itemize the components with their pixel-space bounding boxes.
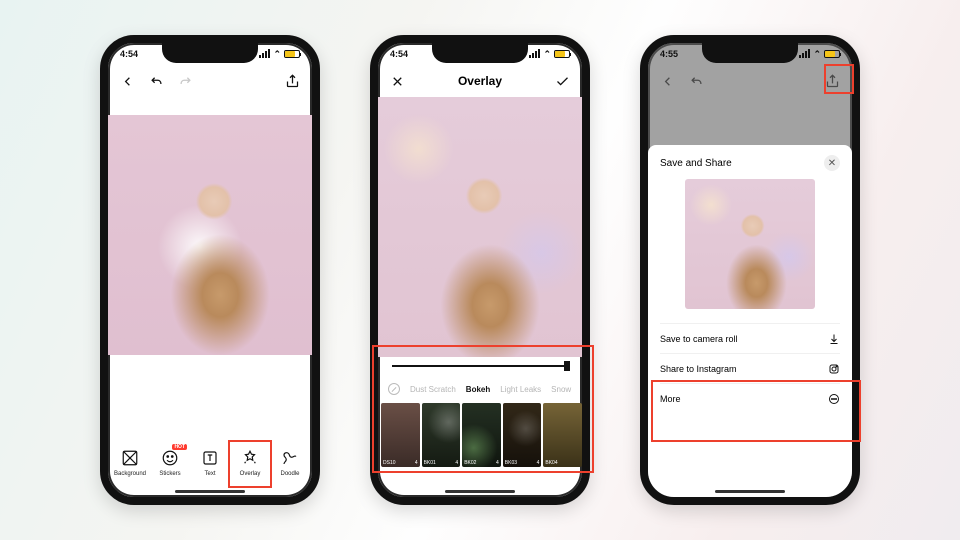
action-label: More [660,394,681,404]
home-indicator [445,490,515,493]
signal-icon [259,50,270,58]
canvas-image[interactable] [108,115,312,355]
intensity-slider[interactable] [392,365,568,367]
action-label: Save to camera roll [660,334,738,344]
action-label: Share to Instagram [660,364,737,374]
share-sheet-title: Save and Share [660,158,732,169]
tool-background-label: Background [114,471,146,477]
tool-text[interactable]: Text [191,448,229,477]
redo-icon[interactable] [178,74,193,89]
home-indicator [715,490,785,493]
share-sheet: Save and Share ✕ Save to camera roll Sha… [648,145,852,497]
editor-header [108,67,312,95]
tool-stickers-label: Stickers [159,471,180,477]
tool-stickers[interactable]: HOT Stickers [151,448,189,477]
status-time: 4:55 [660,49,678,59]
phone-notch [432,43,528,63]
close-sheet-button[interactable]: ✕ [824,155,840,171]
tool-overlay-label: Overlay [240,471,261,477]
phone-share: 4:55 ⌃ Save and Share ✕ Save to cam [640,35,860,505]
overlay-thumb[interactable]: BK014 [422,403,461,467]
battery-icon [284,50,300,58]
overlay-thumb[interactable]: BK04 [543,403,582,467]
phone-notch [162,43,258,63]
action-share-instagram[interactable]: Share to Instagram [660,353,840,383]
overlay-thumbnails: DS104 BK014 BK024 BK034 BK04 [378,403,582,467]
tool-doodle-label: Doodle [280,471,299,477]
confirm-icon[interactable] [555,74,570,89]
phone-overlay: 4:54 ⌃ Overlay Dust Scratch Bokeh Light … [370,35,590,505]
wifi-icon: ⌃ [813,49,821,60]
tool-doodle[interactable]: Doodle [271,448,309,477]
undo-icon [689,74,704,89]
back-icon [660,74,675,89]
tool-background[interactable]: Background [111,448,149,477]
overlay-thumb[interactable]: BK034 [503,403,542,467]
download-icon [828,333,840,345]
instagram-icon [828,363,840,375]
share-icon[interactable] [825,74,840,89]
editor-header-dimmed [648,67,852,95]
action-more[interactable]: More [660,383,840,413]
share-preview-image [685,179,815,309]
battery-icon [824,50,840,58]
undo-icon[interactable] [149,74,164,89]
share-icon[interactable] [285,74,300,89]
wifi-icon: ⌃ [543,49,551,60]
overlay-categories: Dust Scratch Bokeh Light Leaks Snow [378,383,582,395]
more-icon [828,393,840,405]
overlay-thumb[interactable]: BK024 [462,403,501,467]
tool-overlay[interactable]: Overlay [231,448,269,477]
tool-bar: Background HOT Stickers Text Overlay Doo… [108,448,312,477]
overlay-title: Overlay [458,74,502,88]
overlay-cat-dust[interactable]: Dust Scratch [410,385,456,394]
wifi-icon: ⌃ [273,49,281,60]
battery-icon [554,50,570,58]
canvas-image-overlay[interactable] [378,97,582,357]
signal-icon [799,50,810,58]
overlay-none-icon[interactable] [388,383,400,395]
action-save-camera-roll[interactable]: Save to camera roll [660,323,840,353]
close-icon[interactable] [390,74,405,89]
phone-notch [702,43,798,63]
back-icon[interactable] [120,74,135,89]
hot-badge: HOT [172,444,187,450]
phone-editor: 4:54 ⌃ Background HOT [100,35,320,505]
signal-icon [529,50,540,58]
home-indicator [175,490,245,493]
overlay-cat-snow[interactable]: Snow [551,385,571,394]
overlay-thumb[interactable]: DS104 [381,403,420,467]
status-time: 4:54 [120,49,138,59]
status-time: 4:54 [390,49,408,59]
overlay-cat-lightleaks[interactable]: Light Leaks [500,385,541,394]
tool-text-label: Text [204,471,215,477]
overlay-header: Overlay [378,67,582,95]
overlay-cat-bokeh[interactable]: Bokeh [466,385,490,394]
